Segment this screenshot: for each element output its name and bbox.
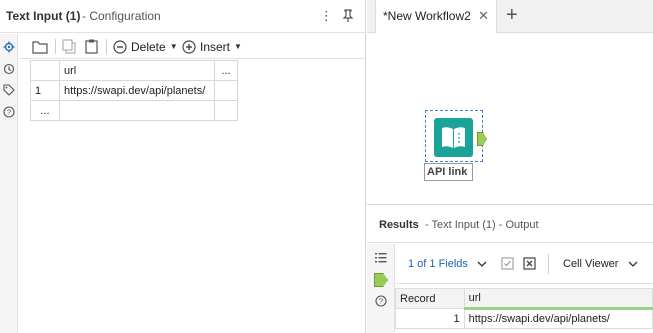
workflow-canvas[interactable]: API link: [367, 34, 653, 204]
close-icon[interactable]: ✕: [478, 8, 489, 24]
more-options-icon[interactable]: ⋮: [320, 9, 333, 23]
check-square-icon[interactable]: [501, 257, 514, 270]
copy-icon: [62, 39, 76, 54]
copy-button[interactable]: [62, 38, 76, 55]
row-number: 1: [30, 80, 60, 101]
toolbar-divider: [548, 254, 549, 274]
svg-text:?: ?: [379, 297, 383, 306]
tab-label: *New Workflow2: [383, 9, 471, 23]
insert-button[interactable]: Insert ▼: [182, 38, 242, 55]
fields-label: 1 of 1 Fields: [408, 258, 468, 270]
grid-cell[interactable]: [214, 80, 238, 101]
table-row[interactable]: 1 https://swapi.dev/api/planets/: [395, 308, 653, 329]
grid-toolbar: Delete ▼ Insert ▼: [19, 34, 366, 59]
column-header-record[interactable]: Record: [395, 288, 465, 309]
config-side-rail: ?: [0, 34, 18, 333]
new-row-marker[interactable]: ...: [30, 100, 60, 121]
grid-row: 1 https://swapi.dev/api/planets/: [30, 80, 238, 101]
svg-text:?: ?: [7, 108, 11, 117]
insert-label: Insert: [200, 39, 231, 54]
minus-circle-icon: [113, 39, 127, 54]
fields-selector[interactable]: 1 of 1 Fields: [408, 258, 487, 270]
pin-icon[interactable]: [342, 9, 354, 26]
toolbar-divider: [55, 39, 56, 54]
results-header: Results - Text Input (1) - Output: [367, 205, 653, 243]
cell-viewer-label: Cell Viewer: [563, 258, 619, 270]
grid-column-header[interactable]: url: [59, 60, 215, 81]
folder-icon: [32, 40, 48, 54]
results-toolbar: 1 of 1 Fields Cell Viewer: [395, 244, 653, 284]
book-icon: [434, 118, 473, 157]
config-subtitle: - Configuration: [82, 9, 161, 23]
results-header-row: Record url: [395, 288, 653, 310]
chevron-down-icon: ▼: [234, 42, 242, 51]
record-cell: 1: [395, 308, 465, 329]
chevron-down-icon: [477, 261, 487, 268]
chevron-down-icon: ▼: [169, 42, 178, 51]
output-anchor[interactable]: [477, 132, 487, 146]
help-icon[interactable]: ?: [375, 295, 387, 307]
output-anchor-icon[interactable]: [374, 273, 388, 287]
results-panel: Results - Text Input (1) - Output ? 1 of…: [367, 204, 653, 333]
toolbar-divider: [106, 39, 107, 54]
cell-viewer-selector[interactable]: Cell Viewer: [563, 258, 638, 270]
configuration-panel: Text Input (1) - Configuration ⋮ ? Delet…: [0, 0, 366, 333]
grid-new-row: ...: [30, 100, 238, 121]
results-side-rail: ?: [367, 244, 395, 333]
configuration-header: Text Input (1) - Configuration ⋮: [0, 0, 366, 33]
grid-cell[interactable]: [59, 100, 215, 121]
workflow-tab-bar: *New Workflow2 ✕ +: [367, 0, 653, 33]
config-title: Text Input (1): [6, 9, 81, 23]
add-tab-button[interactable]: +: [506, 4, 518, 26]
plus-circle-icon: [182, 39, 196, 54]
chevron-down-icon: [628, 261, 637, 268]
tab-new-workflow2[interactable]: *New Workflow2 ✕: [375, 0, 497, 33]
gear-icon[interactable]: [3, 41, 15, 53]
clipboard-icon: [85, 39, 98, 54]
results-title: Results: [379, 219, 419, 231]
clear-square-icon[interactable]: [523, 257, 536, 270]
list-icon[interactable]: [375, 252, 387, 263]
url-cell[interactable]: https://swapi.dev/api/planets/: [463, 308, 653, 329]
delete-button[interactable]: Delete ▼: [113, 38, 178, 55]
delete-label: Delete: [131, 39, 166, 54]
results-subtitle: - Text Input (1) - Output: [425, 219, 539, 231]
text-input-grid: url ... 1 https://swapi.dev/api/planets/…: [30, 60, 238, 121]
refresh-icon[interactable]: [3, 63, 15, 75]
grid-cell[interactable]: [214, 100, 238, 121]
grid-corner-cell: [30, 60, 60, 81]
grid-cell[interactable]: https://swapi.dev/api/planets/: [59, 80, 215, 101]
column-header-url[interactable]: url: [463, 288, 653, 310]
tag-icon[interactable]: [3, 84, 15, 96]
results-table: Record url 1 https://swapi.dev/api/plane…: [395, 288, 653, 329]
add-column-cell[interactable]: ...: [214, 60, 238, 81]
help-icon[interactable]: ?: [3, 106, 15, 118]
tool-annotation: API link: [424, 163, 473, 181]
paste-button[interactable]: [85, 38, 98, 55]
open-folder-button[interactable]: [32, 38, 48, 55]
text-input-tool[interactable]: [425, 110, 487, 162]
grid-header-row: url ...: [30, 60, 238, 81]
